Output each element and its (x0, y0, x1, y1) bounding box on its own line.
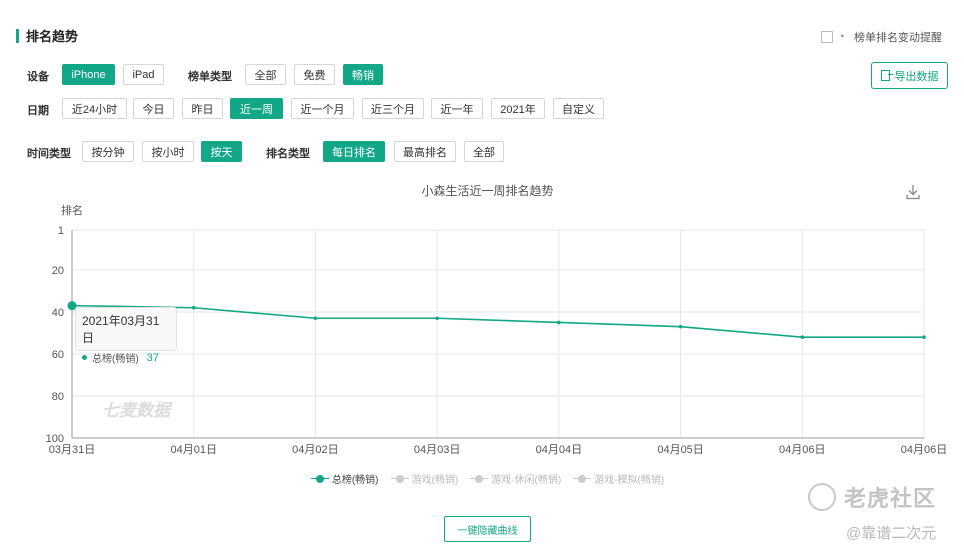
data-point (678, 324, 683, 329)
rank-change-alert[interactable]: ◔ 榜单排名变动提醒 (821, 29, 942, 45)
rank-type-option-daily[interactable]: 每日排名 (323, 141, 385, 162)
legend-label: 游戏-模拟(畅销) (594, 475, 665, 486)
legend-symbol (573, 474, 592, 483)
site-name: 老虎社区 (844, 486, 937, 511)
time-type-option-hour[interactable]: 按小时 (142, 141, 194, 162)
date-option-month[interactable]: 近一个月 (291, 98, 354, 119)
tooltip-row: 总榜(畅销) 37 (82, 350, 170, 365)
qimai-watermark: 七麦数据 (102, 401, 170, 420)
chart-tooltip: 2021年03月31日 总榜(畅销) 37 (75, 307, 177, 365)
time-type-option-minute[interactable]: 按分钟 (82, 141, 134, 162)
device-option-ipad[interactable]: iPad (123, 64, 164, 85)
data-point (435, 316, 439, 321)
device-option-iphone[interactable]: iPhone (62, 64, 115, 85)
rank-type-option-all[interactable]: 全部 (464, 141, 504, 162)
list-type-option-grossing[interactable]: 畅销 (343, 64, 383, 85)
date-label: 日期 (27, 105, 49, 117)
wechat-icon: ◔ (838, 31, 845, 43)
export-label: 导出数据 (894, 70, 939, 83)
x-tick-label: 04月05日 (657, 444, 703, 456)
series-line (71, 304, 924, 338)
y-tick-label: 80 (52, 391, 64, 403)
data-point (557, 320, 561, 325)
hide-all-curves-button[interactable]: 一键隐藏曲线 (444, 516, 531, 542)
list-type-label: 榜单类型 (188, 71, 232, 83)
x-tick-label: 04月03日 (414, 444, 460, 456)
x-tick-label: 04月02日 (292, 444, 338, 456)
tooltip-series-dot (82, 355, 87, 360)
export-icon (880, 70, 893, 81)
legend-label: 总榜(畅销) (331, 475, 379, 486)
x-tick-label: 04月04日 (536, 444, 582, 456)
time-type-label: 时间类型 (27, 148, 71, 160)
data-point (313, 316, 318, 321)
x-tick-label: 03月31日 (49, 444, 95, 456)
site-logo-icon (808, 483, 836, 511)
legend-symbol (470, 474, 489, 483)
date-option-3months[interactable]: 近三个月 (362, 98, 424, 119)
rank-type-option-highest[interactable]: 最高排名 (394, 141, 456, 162)
download-icon[interactable] (906, 184, 920, 200)
alert-checkbox[interactable] (821, 31, 833, 43)
tooltip-series-name: 总榜(畅销) (92, 354, 139, 365)
device-label: 设备 (27, 71, 49, 83)
chart-title: 小森生活近一周排名趋势 (421, 184, 554, 198)
export-data-button[interactable]: 导出数据 (871, 62, 948, 89)
title-accent-bar (16, 28, 19, 43)
legend-label: 游戏-休闲(畅销) (491, 475, 562, 486)
rank-trend-panel: 排名趋势 ◔ 榜单排名变动提醒 导出数据 设备 iPhone iPad 榜单类型… (0, 0, 964, 554)
list-type-option-all[interactable]: 全部 (245, 64, 286, 85)
rank-type-label: 排名类型 (266, 148, 310, 160)
date-option-custom[interactable]: 自定义 (553, 98, 604, 119)
date-option-2021[interactable]: 2021年 (491, 98, 545, 119)
section-title-text: 排名趋势 (26, 29, 79, 44)
data-point (191, 305, 196, 310)
tooltip-date: 2021年03月31日 (82, 314, 160, 345)
legend-item-games-sim[interactable]: 游戏-模拟(畅销) (573, 471, 664, 486)
site-watermark: 老虎社区 (808, 481, 936, 513)
tooltip-value: 37 (146, 351, 159, 364)
legend-item-games-casual[interactable]: 游戏-休闲(畅销) (470, 471, 561, 486)
data-point (800, 335, 805, 339)
legend-symbol (310, 474, 329, 483)
y-tick-label: 40 (52, 307, 64, 319)
date-option-year[interactable]: 近一年 (431, 98, 483, 119)
date-option-today[interactable]: 今日 (133, 98, 174, 119)
y-axis-label: 排名 (61, 203, 83, 217)
date-option-week[interactable]: 近一周 (230, 98, 283, 119)
legend-item-overall[interactable]: 总榜(畅销) (310, 471, 379, 486)
section-title: 排名趋势 (16, 26, 78, 45)
y-tick-label: 20 (52, 265, 64, 277)
x-tick-label: 04月06日 (901, 444, 947, 456)
legend-symbol (390, 474, 409, 483)
y-tick-label: 60 (52, 349, 64, 361)
alert-label: 榜单排名变动提醒 (854, 32, 942, 44)
x-tick-label: 04月01日 (170, 444, 216, 456)
date-option-yesterday[interactable]: 昨日 (182, 98, 223, 119)
date-option-24h[interactable]: 近24小时 (62, 98, 127, 119)
list-type-option-free[interactable]: 免费 (294, 64, 335, 85)
y-tick-label: 1 (58, 225, 64, 237)
legend-item-games[interactable]: 游戏(畅销) (390, 471, 459, 486)
legend-label: 游戏(畅销) (411, 475, 459, 486)
x-tick-label: 04月06日 (779, 444, 825, 456)
data-point (922, 335, 926, 339)
time-type-option-day[interactable]: 按天 (201, 141, 242, 162)
author-watermark: @靠谱二次元 (846, 525, 937, 542)
